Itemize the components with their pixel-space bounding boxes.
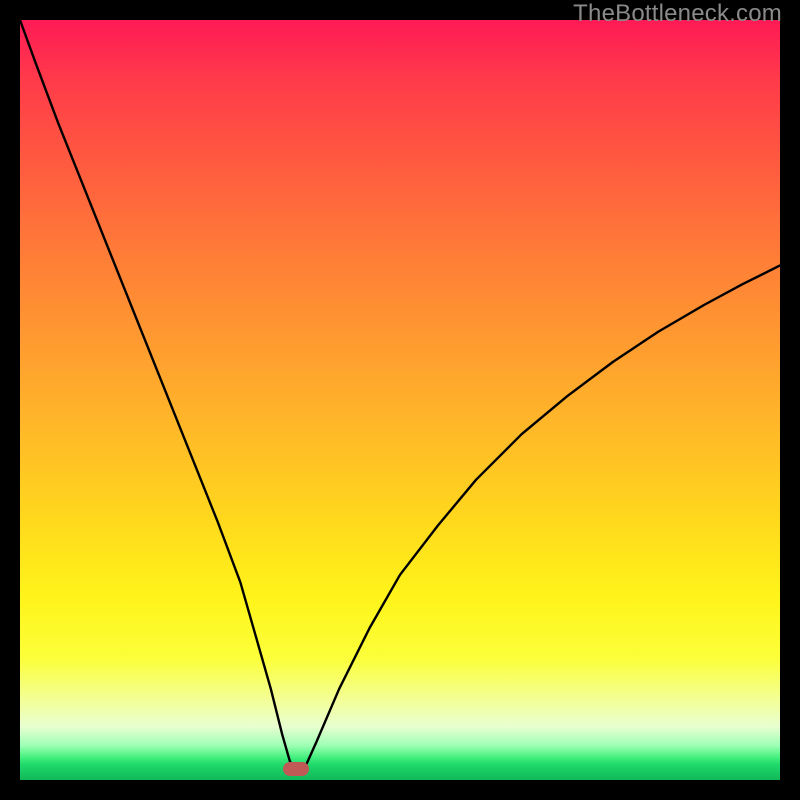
- optimal-marker: [283, 762, 309, 776]
- watermark-text: TheBottleneck.com: [573, 0, 782, 28]
- curve-path: [20, 20, 780, 772]
- chart-frame: TheBottleneck.com: [0, 0, 800, 800]
- bottleneck-curve: [20, 20, 780, 780]
